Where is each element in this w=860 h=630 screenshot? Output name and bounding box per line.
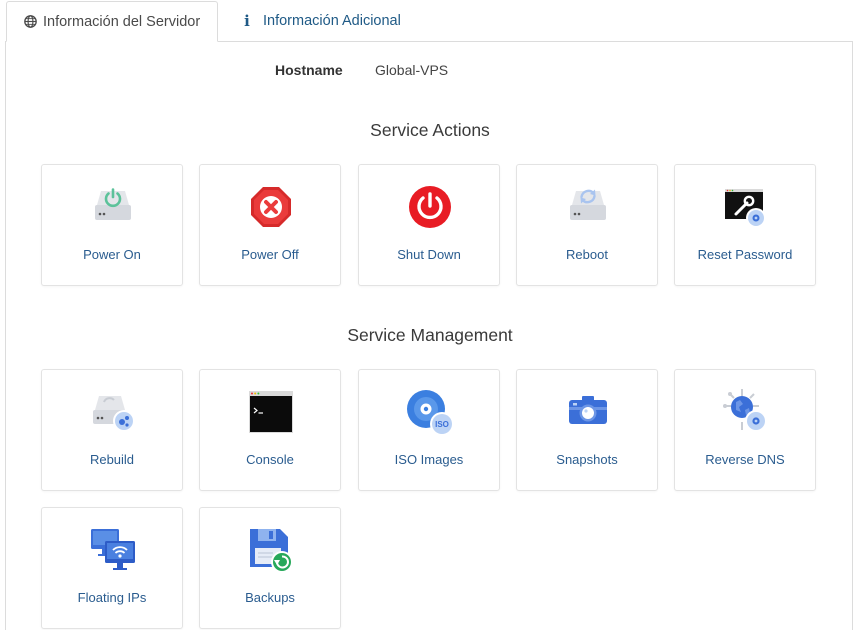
- backups-icon: [247, 526, 295, 574]
- snapshots-label: Snapshots: [556, 452, 618, 467]
- shut-down-label: Shut Down: [397, 247, 461, 262]
- tab-informacion-adicional[interactable]: i Información Adicional: [240, 0, 401, 42]
- rebuild-icon: [89, 388, 137, 436]
- iso-images-icon: ISO: [406, 388, 454, 436]
- globe-icon: [23, 15, 37, 29]
- reset-password-label: Reset Password: [697, 247, 793, 262]
- iso-badge: ISO: [435, 420, 449, 429]
- reverse-dns-label: Reverse DNS: [705, 452, 785, 467]
- power-off-icon: [247, 183, 295, 231]
- iso-images-button[interactable]: ISO ISO Images: [358, 369, 500, 491]
- reboot-icon: [564, 183, 612, 231]
- console-icon: [247, 388, 295, 436]
- power-on-icon: [89, 183, 137, 231]
- tab-label: Información Adicional: [263, 13, 401, 29]
- power-on-label: Power On: [83, 247, 141, 262]
- reboot-label: Reboot: [566, 247, 608, 262]
- service-management-title: Service Management: [347, 325, 513, 345]
- info-icon: i: [244, 12, 250, 30]
- tab-bar: Información del Servidor i Información A…: [0, 0, 860, 42]
- rebuild-label: Rebuild: [89, 452, 135, 467]
- rebuild-button[interactable]: Rebuild: [41, 369, 183, 491]
- reset-password-button[interactable]: Reset Password: [674, 164, 816, 286]
- reverse-dns-icon: [722, 388, 770, 436]
- console-label: Console: [246, 452, 294, 467]
- reboot-button[interactable]: Reboot: [516, 164, 658, 286]
- camera-icon: [564, 388, 612, 436]
- floating-ips-icon: [89, 526, 137, 574]
- console-button[interactable]: Console: [199, 369, 341, 491]
- hostname-label: Hostname: [275, 62, 343, 78]
- tab-informacion-del-servidor[interactable]: Información del Servidor: [6, 1, 218, 42]
- reverse-dns-button[interactable]: Reverse DNS: [674, 369, 816, 491]
- floating-ips-button[interactable]: Floating IPs: [41, 507, 183, 629]
- shut-down-button[interactable]: Shut Down: [358, 164, 500, 286]
- power-off-button[interactable]: Power Off: [199, 164, 341, 286]
- tab-label: Información del Servidor: [43, 13, 201, 30]
- shut-down-icon: [406, 183, 454, 231]
- snapshots-button[interactable]: Snapshots: [516, 369, 658, 491]
- hostname-value: Global-VPS: [375, 62, 449, 78]
- floating-ips-label: Floating IPs: [77, 590, 147, 605]
- hostname-row: Hostname Global-VPS: [0, 62, 860, 82]
- iso-images-label: ISO Images: [394, 452, 464, 467]
- power-on-button[interactable]: Power On: [41, 164, 183, 286]
- service-actions-title: Service Actions: [370, 120, 490, 140]
- power-off-label: Power Off: [241, 247, 299, 262]
- backups-label: Backups: [245, 590, 295, 605]
- backups-button[interactable]: Backups: [199, 507, 341, 629]
- reset-password-icon: [722, 183, 770, 231]
